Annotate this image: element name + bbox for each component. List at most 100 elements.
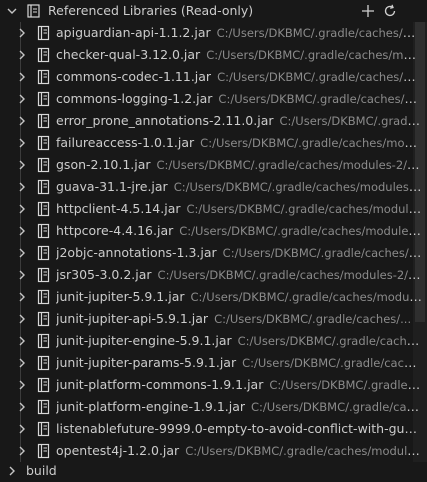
library-path: C:/Users/DKBMC/.gradle/caches/module... <box>190 290 424 304</box>
library-item[interactable]: jsr305-3.0.2.jar C:/Users/DKBMC/.gradle/c… <box>0 264 427 286</box>
library-path: C:/Users/DKBMC/.gradle/caches/modules-2/… <box>156 158 423 172</box>
library-text: failureaccess-1.0.1.jar C:/Users/DKBMC/.g… <box>56 132 423 154</box>
library-name: checker-qual-3.12.0.jar <box>56 47 201 62</box>
chevron-right-icon[interactable] <box>14 22 30 44</box>
library-path: C:/Users/DKBMC/.gradle/caches/m... <box>218 92 423 106</box>
library-path: C:/Users/DKBMC/.gradle/caches/modules-2/… <box>157 268 423 282</box>
jar-library-icon <box>36 374 52 396</box>
library-item[interactable]: commons-logging-1.2.jar C:/Users/DKBMC/.g… <box>0 88 427 110</box>
library-item[interactable]: checker-qual-3.12.0.jar C:/Users/DKBMC/.g… <box>0 44 427 66</box>
library-path: C:/Users/DKBMC/.gradle/... <box>279 114 423 128</box>
library-text: checker-qual-3.12.0.jar C:/Users/DKBMC/.g… <box>56 44 423 66</box>
library-text: junit-jupiter-api-5.9.1.jar C:/Users/DKBM… <box>56 308 423 330</box>
chevron-right-icon[interactable] <box>14 44 30 66</box>
library-item[interactable]: opentest4j-1.2.0.jar C:/Users/DKBMC/.grad… <box>0 440 427 462</box>
library-item[interactable]: junit-jupiter-5.9.1.jar C:/Users/DKBMC/.g… <box>0 286 427 308</box>
library-path: C:/Users/DKBMC/.gradle/cache... <box>242 356 423 370</box>
refresh-icon[interactable] <box>380 0 400 22</box>
chevron-right-icon[interactable] <box>14 374 30 396</box>
chevron-right-icon[interactable] <box>14 176 30 198</box>
library-name: guava-31.1-jre.jar <box>56 179 168 194</box>
library-text: junit-jupiter-params-5.9.1.jar C:/Users/D… <box>56 352 423 374</box>
library-item[interactable]: httpcore-4.4.16.jar C:/Users/DKBMC/.gradl… <box>0 220 427 242</box>
chevron-right-icon[interactable] <box>14 220 30 242</box>
library-text: junit-jupiter-5.9.1.jar C:/Users/DKBMC/.g… <box>56 286 423 308</box>
library-path: C:/Users/DKBMC/.gradle/caches/m... <box>217 70 423 84</box>
plus-icon[interactable] <box>358 0 378 22</box>
library-item[interactable]: junit-jupiter-engine-5.9.1.jar C:/Users/D… <box>0 330 427 352</box>
library-name: httpclient-4.5.14.jar <box>56 201 181 216</box>
referenced-libraries-title: Referenced Libraries (Read-only) <box>48 3 254 18</box>
library-item[interactable]: error_prone_annotations-2.11.0.jar C:/Use… <box>0 110 427 132</box>
library-path: C:/Users/DKBMC/.gradle/caches/m... <box>222 246 423 260</box>
library-name: error_prone_annotations-2.11.0.jar <box>56 113 274 128</box>
jar-library-icon <box>36 66 52 88</box>
library-item[interactable]: j2objc-annotations-1.3.jar C:/Users/DKBMC… <box>0 242 427 264</box>
library-text: error_prone_annotations-2.11.0.jar C:/Use… <box>56 110 423 132</box>
library-name: junit-platform-commons-1.9.1.jar <box>56 377 264 392</box>
library-text: httpclient-4.5.14.jar C:/Users/DKBMC/.gra… <box>56 198 423 220</box>
library-item[interactable]: junit-platform-commons-1.9.1.jar C:/Users… <box>0 374 427 396</box>
library-item[interactable]: commons-codec-1.11.jar C:/Users/DKBMC/.gr… <box>0 66 427 88</box>
jar-library-icon <box>36 198 52 220</box>
jar-library-icon <box>36 286 52 308</box>
library-name: listenablefuture-9999.0-empty-to-avoid-c… <box>56 421 423 436</box>
chevron-right-icon[interactable] <box>14 440 30 462</box>
library-text: commons-logging-1.2.jar C:/Users/DKBMC/.g… <box>56 88 423 110</box>
library-path: C:/Users/DKBMC/.gradle/caches/modules... <box>186 202 423 216</box>
library-text: gson-2.10.1.jar C:/Users/DKBMC/.gradle/ca… <box>56 154 423 176</box>
library-text: apiguardian-api-1.1.2.jar C:/Users/DKBMC/… <box>56 22 423 44</box>
chevron-right-icon[interactable] <box>14 132 30 154</box>
chevron-right-icon[interactable] <box>14 418 30 440</box>
chevron-right-icon[interactable] <box>14 198 30 220</box>
tree-item-build[interactable]: build <box>0 460 427 482</box>
chevron-right-icon[interactable] <box>14 66 30 88</box>
library-item[interactable]: listenablefuture-9999.0-empty-to-avoid-c… <box>0 418 427 440</box>
chevron-right-icon[interactable] <box>14 308 30 330</box>
jar-library-icon <box>36 176 52 198</box>
tree-item-label: build <box>26 463 57 478</box>
jar-library-icon <box>36 44 52 66</box>
chevron-right-icon[interactable] <box>14 154 30 176</box>
library-path: C:/Users/DKBMC/.gradle/caches/modules-..… <box>179 224 423 238</box>
jar-library-icon <box>36 220 52 242</box>
chevron-down-icon[interactable] <box>4 0 20 22</box>
library-name: failureaccess-1.0.1.jar <box>56 135 195 150</box>
library-text: guava-31.1-jre.jar C:/Users/DKBMC/.gradle… <box>56 176 423 198</box>
library-item[interactable]: failureaccess-1.0.1.jar C:/Users/DKBMC/.g… <box>0 132 427 154</box>
library-path: C:/Users/DKBMC/.gradle/caches/modul... <box>200 136 423 150</box>
library-path: C:/Users/DKBMC/.gradle/caches/... <box>214 312 412 326</box>
explorer-panel: Referenced Libraries (Read-only) apiguar… <box>0 0 427 482</box>
jar-library-icon <box>36 88 52 110</box>
library-text: opentest4j-1.2.0.jar C:/Users/DKBMC/.grad… <box>56 440 423 462</box>
library-text: j2objc-annotations-1.3.jar C:/Users/DKBMC… <box>56 242 423 264</box>
chevron-right-icon[interactable] <box>14 242 30 264</box>
chevron-right-icon[interactable] <box>4 460 20 482</box>
library-text: jsr305-3.0.2.jar C:/Users/DKBMC/.gradle/c… <box>56 264 423 286</box>
referenced-libraries-header[interactable]: Referenced Libraries (Read-only) <box>0 0 427 22</box>
library-name: apiguardian-api-1.1.2.jar <box>56 25 211 40</box>
chevron-right-icon[interactable] <box>14 286 30 308</box>
library-item[interactable]: junit-jupiter-params-5.9.1.jar C:/Users/D… <box>0 352 427 374</box>
library-path: C:/Users/DKBMC/.gradle/caches/mo... <box>216 26 423 40</box>
library-path: C:/Users/DKBMC/.gradle/cache... <box>237 334 423 348</box>
library-item[interactable]: httpclient-4.5.14.jar C:/Users/DKBMC/.gra… <box>0 198 427 220</box>
jar-library-icon <box>36 418 52 440</box>
library-item[interactable]: gson-2.10.1.jar C:/Users/DKBMC/.gradle/ca… <box>0 154 427 176</box>
library-name: junit-platform-engine-1.9.1.jar <box>56 399 246 414</box>
library-name: junit-jupiter-5.9.1.jar <box>56 289 185 304</box>
chevron-right-icon[interactable] <box>14 88 30 110</box>
library-item[interactable]: junit-jupiter-api-5.9.1.jar C:/Users/DKBM… <box>0 308 427 330</box>
library-name: junit-jupiter-api-5.9.1.jar <box>56 311 209 326</box>
library-item[interactable]: guava-31.1-jre.jar C:/Users/DKBMC/.gradle… <box>0 176 427 198</box>
chevron-right-icon[interactable] <box>14 396 30 418</box>
jar-library-icon <box>36 396 52 418</box>
chevron-right-icon[interactable] <box>14 264 30 286</box>
chevron-right-icon[interactable] <box>14 330 30 352</box>
library-item[interactable]: apiguardian-api-1.1.2.jar C:/Users/DKBMC/… <box>0 22 427 44</box>
library-item[interactable]: junit-platform-engine-1.9.1.jar C:/Users/… <box>0 396 427 418</box>
chevron-right-icon[interactable] <box>14 110 30 132</box>
chevron-right-icon[interactable] <box>14 352 30 374</box>
jar-library-icon <box>36 154 52 176</box>
jar-library-icon <box>36 308 52 330</box>
